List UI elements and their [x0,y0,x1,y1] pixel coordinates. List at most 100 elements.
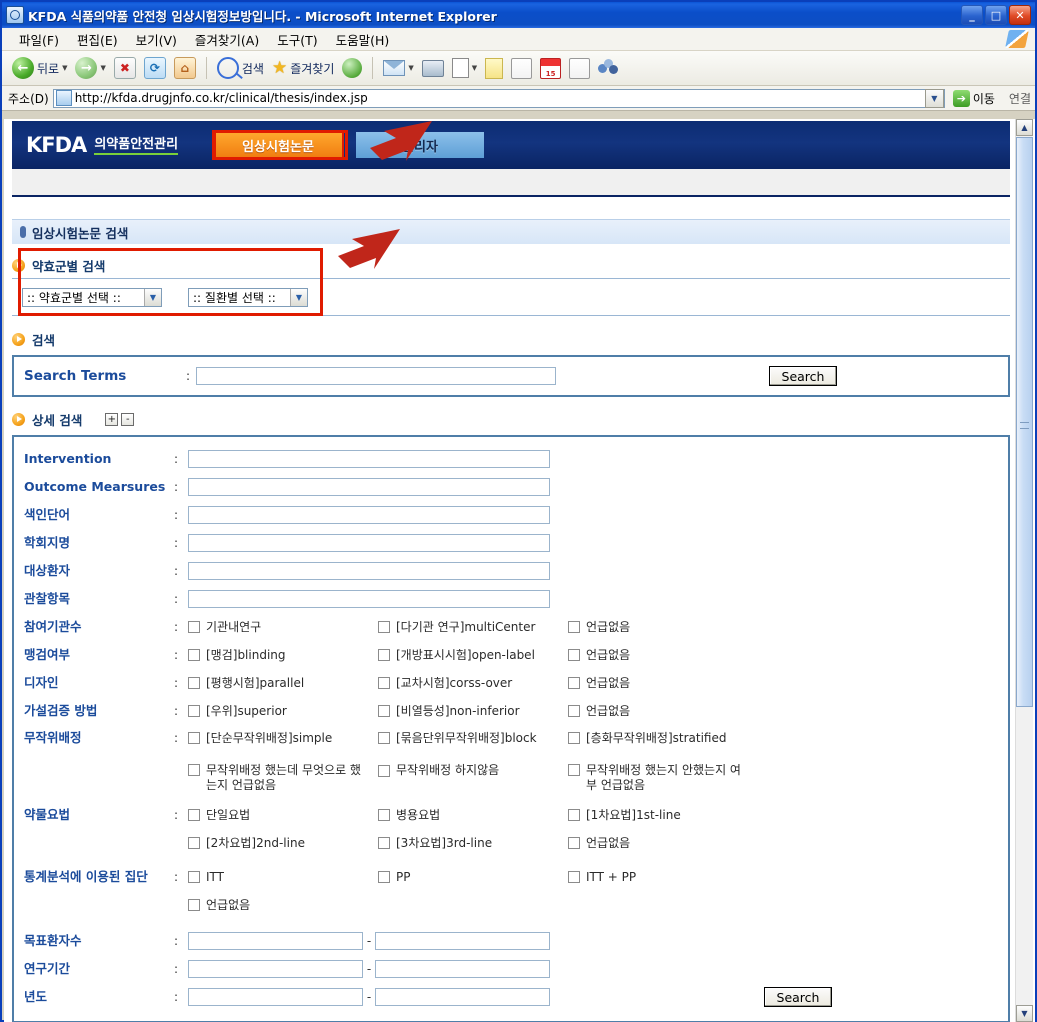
checkbox-input[interactable] [378,870,390,883]
observation-items-input[interactable] [188,590,550,608]
checkbox-option[interactable]: [우위]superior [188,704,378,719]
checkbox-input[interactable] [378,765,390,777]
checkbox-input[interactable] [188,676,200,689]
checkbox-input[interactable] [378,836,390,849]
menu-item-favorites[interactable]: 즐겨찾기(A) [186,29,268,50]
search-terms-input[interactable] [196,367,556,385]
checkbox-input[interactable] [188,704,200,717]
edit-button[interactable]: ▼ [448,54,481,82]
page-scrollbar-vertical[interactable]: ▲ ▼ [1015,119,1033,1022]
checkbox-option[interactable]: [교차시험]corss-over [378,676,568,691]
checkbox-input[interactable] [188,648,200,661]
mail-button[interactable]: ▼ [379,54,417,82]
checkbox-option[interactable]: [평행시험]parallel [188,676,378,691]
minimize-button[interactable]: _ [961,5,983,25]
checkbox-option[interactable]: 언급없음 [188,898,378,913]
checkbox-option[interactable]: 언급없음 [568,648,748,663]
checkbox-option[interactable]: 언급없음 [568,620,748,635]
checkbox-input[interactable] [188,836,200,849]
encoding-button[interactable] [565,54,594,82]
checkbox-input[interactable] [378,732,390,744]
stop-button[interactable]: ✖ [110,54,140,82]
checkbox-option[interactable]: 언급없음 [568,704,748,719]
maximize-button[interactable]: □ [985,5,1007,25]
checkbox-option[interactable]: [1차요법]1st-line [568,808,748,823]
checkbox-option[interactable]: [맹검]blinding [188,648,378,663]
site-logo[interactable]: KFDA 의약품안전관리 [26,133,179,157]
checkbox-input[interactable] [188,764,200,776]
year-from-input[interactable] [188,988,363,1006]
checkbox-option[interactable]: [비열등성]non-inferior [378,704,568,719]
checkbox-input[interactable] [378,808,390,821]
study-period-from-input[interactable] [188,960,363,978]
checkbox-option[interactable]: [다기관 연구]multiCenter [378,620,568,635]
checkbox-option[interactable]: [3차요법]3rd-line [378,836,568,851]
checkbox-input[interactable] [378,648,390,661]
menu-item-view[interactable]: 보기(V) [127,29,186,50]
home-button[interactable]: ⌂ [170,54,200,82]
calendar-button[interactable]: 15 [536,54,565,82]
forward-button[interactable]: → ▼ [71,54,109,82]
checkbox-input[interactable] [568,836,580,849]
address-dropdown-icon[interactable]: ▼ [924,88,944,108]
scroll-down-button[interactable]: ▼ [1016,1005,1033,1022]
menu-item-tools[interactable]: 도구(T) [268,29,326,50]
intervention-input[interactable] [188,450,550,468]
checkbox-input[interactable] [568,620,580,633]
checkbox-option[interactable]: [단순무작위배정]simple [188,731,378,746]
favorites-button[interactable]: ★ 즐겨찾기 [268,54,338,82]
menu-item-file[interactable]: 파일(F) [10,29,68,50]
print-button[interactable] [418,54,448,82]
expand-button[interactable]: + [105,412,119,426]
links-label[interactable]: 연결 [1003,90,1033,107]
forward-dropdown-icon[interactable]: ▼ [100,64,105,72]
target-patients-from-input[interactable] [188,932,363,950]
checkbox-input[interactable] [568,732,580,744]
checkbox-option[interactable]: [묶음단위무작위배정]block [378,731,568,746]
checkbox-option[interactable]: 무작위배정 했는지 안했는지 여부 언급없음 [568,763,748,793]
checkbox-option[interactable]: 무작위배정 하지않음 [378,763,568,778]
notes-button[interactable] [481,54,507,82]
checkbox-input[interactable] [568,676,580,689]
year-to-input[interactable] [375,988,550,1006]
search-button-bottom[interactable]: Search [764,987,832,1007]
checkbox-input[interactable] [188,898,200,911]
messenger-button[interactable] [594,54,622,82]
back-dropdown-icon[interactable]: ▼ [62,64,67,72]
study-period-to-input[interactable] [375,960,550,978]
collapse-button[interactable]: - [121,412,135,426]
checkbox-option[interactable]: PP [378,870,568,885]
outcome-measures-input[interactable] [188,478,550,496]
checkbox-option[interactable]: [층화무작위배정]stratified [568,731,748,746]
checkbox-input[interactable] [568,704,580,717]
target-patients-input[interactable] [188,562,550,580]
checkbox-input[interactable] [568,808,580,821]
tab-clinical-thesis[interactable]: 임상시험논문 [212,130,345,160]
close-button[interactable]: ✕ [1009,5,1031,25]
drug-group-select[interactable]: :: 약효군별 선택 :: ▼ [22,287,162,307]
scrollbar-thumb[interactable] [1016,137,1033,707]
checkbox-input[interactable] [188,732,200,744]
checkbox-input[interactable] [188,870,200,883]
checkbox-option[interactable]: [개방표시시험]open-label [378,648,568,663]
keyword-input[interactable] [188,506,550,524]
checkbox-input[interactable] [378,704,390,717]
go-button[interactable]: ➔ 이동 [949,89,999,107]
search-button-top[interactable]: Search [769,366,837,386]
checkbox-input[interactable] [378,676,390,689]
checkbox-input[interactable] [188,620,200,633]
checkbox-option[interactable]: 언급없음 [568,676,748,691]
checkbox-input[interactable] [188,808,200,821]
menu-item-edit[interactable]: 편집(E) [68,29,127,50]
search-toolbar-button[interactable]: 검색 [213,54,268,82]
checkbox-option[interactable]: ITT [188,870,378,885]
history-button[interactable] [338,54,366,82]
checkbox-option[interactable]: [2차요법]2nd-line [188,836,378,851]
back-button[interactable]: ← 뒤로 ▼ [8,54,71,82]
checkbox-input[interactable] [568,870,580,883]
scroll-up-button[interactable]: ▲ [1016,119,1033,136]
checkbox-option[interactable]: 언급없음 [568,836,748,851]
target-patients-to-input[interactable] [375,932,550,950]
checkbox-option[interactable]: 무작위배정 했는데 무엇으로 했는지 언급없음 [188,763,378,793]
disease-select[interactable]: :: 질환별 선택 :: ▼ [188,287,308,307]
